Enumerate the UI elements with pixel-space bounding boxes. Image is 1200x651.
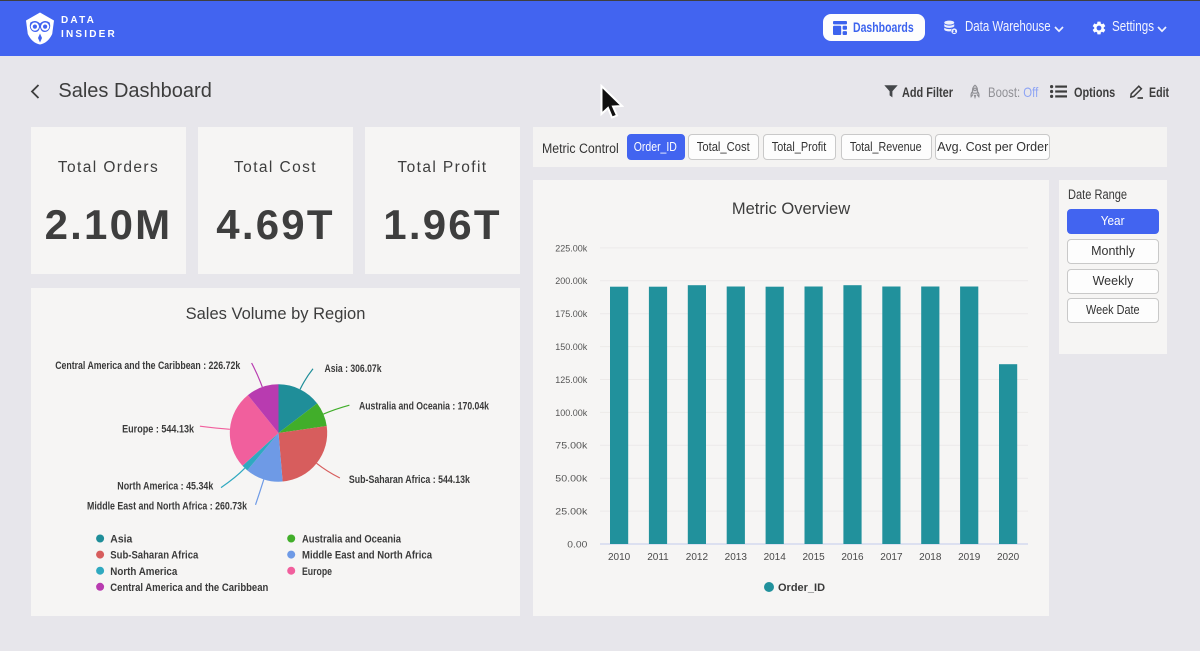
svg-text:25.00k: 25.00k <box>555 507 588 517</box>
svg-text:2012: 2012 <box>686 552 709 563</box>
svg-text:Central America and the Caribb: Central America and the Caribbean : 226.… <box>55 360 241 372</box>
svg-text:Australia and Oceania : 170.04: Australia and Oceania : 170.04k <box>359 401 490 413</box>
svg-text:125.00k: 125.00k <box>555 375 587 385</box>
svg-text:2015: 2015 <box>802 552 825 563</box>
svg-text:2016: 2016 <box>841 552 864 563</box>
svg-text:225.00k: 225.00k <box>555 243 587 253</box>
svg-text:2010: 2010 <box>608 552 631 563</box>
svg-text:2013: 2013 <box>725 552 748 563</box>
svg-text:Sub-Saharan Africa: Sub-Saharan Africa <box>110 550 199 562</box>
svg-text:Middle East and North Africa :: Middle East and North Africa : 260.73k <box>87 501 248 513</box>
svg-text:Europe: Europe <box>302 566 332 578</box>
svg-text:North America: North America <box>110 566 178 578</box>
svg-text:2018: 2018 <box>919 552 942 563</box>
svg-text:75.00k: 75.00k <box>555 441 588 451</box>
svg-text:0.00: 0.00 <box>567 539 587 549</box>
svg-text:2011: 2011 <box>647 552 669 563</box>
svg-text:2014: 2014 <box>764 552 787 563</box>
svg-text:2020: 2020 <box>997 552 1020 563</box>
svg-text:100.00k: 100.00k <box>555 408 587 418</box>
svg-text:North America : 45.34k: North America : 45.34k <box>117 481 214 493</box>
svg-text:175.00k: 175.00k <box>555 309 587 319</box>
svg-text:Europe : 544.13k: Europe : 544.13k <box>122 424 195 436</box>
svg-text:Australia and Oceania: Australia and Oceania <box>302 534 402 546</box>
svg-text:Asia: Asia <box>110 534 133 546</box>
svg-text:Middle East and North Africa: Middle East and North Africa <box>302 550 433 562</box>
svg-text:Order_ID: Order_ID <box>778 582 825 594</box>
svg-text:2019: 2019 <box>958 552 981 563</box>
svg-text:150.00k: 150.00k <box>555 342 587 352</box>
svg-text:50.00k: 50.00k <box>555 474 588 484</box>
svg-text:Sub-Saharan Africa : 544.13k: Sub-Saharan Africa : 544.13k <box>349 474 471 486</box>
svg-text:Central America and the Caribb: Central America and the Caribbean <box>110 582 268 594</box>
svg-text:Asia : 306.07k: Asia : 306.07k <box>325 363 383 375</box>
svg-text:2017: 2017 <box>880 552 903 563</box>
svg-text:200.00k: 200.00k <box>555 276 587 286</box>
